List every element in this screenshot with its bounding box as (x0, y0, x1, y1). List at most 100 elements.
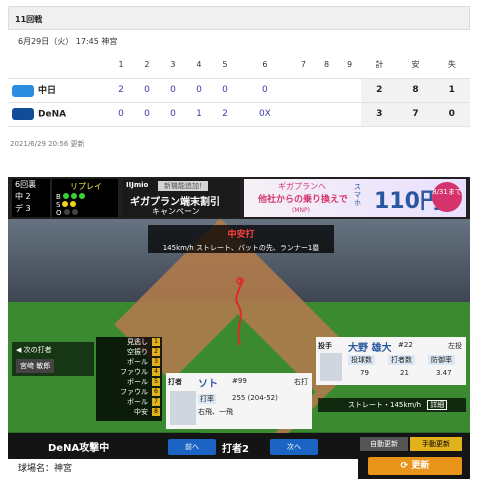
auto-refresh-toggle[interactable]: 自動更新 (360, 437, 408, 451)
batter-photo (170, 391, 196, 425)
trajectory-line (235, 278, 242, 346)
team-logo-icon (12, 84, 34, 97)
inning-header: 7 (291, 52, 315, 79)
pitch-entry: ボール 7 (96, 397, 162, 407)
ad-brand: IIJmio (126, 181, 149, 189)
team-row: DeNA 0 0 0 1 2 0X 3 7 0 (8, 102, 470, 127)
inning-header: 6 (237, 52, 292, 79)
inning-score (314, 78, 339, 103)
next-batter-button[interactable]: 次へ (270, 439, 318, 455)
batter-stat-label: 打率 (198, 394, 216, 404)
replay-label: リプレイ (70, 182, 102, 191)
total-errors: 1 (433, 78, 470, 103)
update-timestamp: 2021/6/29 20:56 更新 (10, 140, 85, 148)
pitcher-number: #22 (398, 341, 413, 349)
pitch-entry: ボール 5 (96, 377, 162, 387)
inning-score: 0 (133, 78, 160, 103)
pitcher-stat-value: 3.47 (436, 369, 452, 377)
inning-score: 0 (159, 78, 186, 103)
strike-count: S (56, 201, 85, 209)
pitcher-hand: 左投 (448, 342, 462, 350)
next-batter-label: ◀ 次の打者 (16, 346, 52, 354)
inning-score-line: デ 3 (15, 204, 31, 213)
refresh-button[interactable]: ⟳ 更新 (368, 457, 462, 475)
ad-line3: (MNP) (292, 207, 310, 214)
ad-deadline-badge: 8/31まで (432, 182, 462, 212)
pitch-entry: ボール 3 (96, 357, 162, 367)
pitch-entry: 空振り 2 (96, 347, 162, 357)
batter-name: ソト (198, 379, 218, 390)
pitch-type-speed: ストレート・145km/h (348, 401, 422, 409)
team-name[interactable]: 中日 (8, 78, 108, 103)
play-description: 145km/h ストレート、バットの先、ランナー1塁 (162, 244, 320, 252)
team-header (8, 52, 108, 79)
ad-banner-gigaplan[interactable]: ギガプランへ 他社からの乗り換えで (MNP) スマホ 110円 8/31まで (244, 179, 466, 217)
pitch-detail-button[interactable]: 詳細 (427, 400, 448, 410)
inning-score: 2 (211, 102, 238, 127)
pitcher-label: 投手 (318, 342, 332, 350)
ad-badge: 新機能追加! (158, 181, 208, 191)
scoreboard-header-row: 1 2 3 4 5 6 7 8 9 計 安 失 (8, 52, 470, 79)
ad-banner-iijmio[interactable]: IIJmio 新機能追加! ギガプラン端末割引 キャンペーン (122, 179, 240, 217)
inning-score (338, 78, 362, 103)
pitcher-stat-value: 79 (360, 369, 369, 377)
pitch-entry: 見逃し 1 (96, 337, 162, 347)
batter-hand: 右打 (294, 378, 308, 386)
pitch-info-bar: ストレート・145km/h 詳細 (318, 398, 466, 412)
inning-score: 0 (237, 78, 292, 103)
inning-header: 4 (185, 52, 212, 79)
pitch-entry: ファウル 4 (96, 367, 162, 377)
replay-button[interactable]: リプレイ B S O (52, 179, 118, 217)
inning-score: 0X (237, 102, 292, 127)
batter-recent-results: 右飛、一飛 (198, 408, 233, 416)
ad-line2: 他社からの乗り換えで (258, 195, 348, 205)
inning-score: 1 (185, 102, 212, 127)
batter-label: 打者 (168, 378, 182, 386)
inning-header: 5 (211, 52, 238, 79)
team-logo-icon (12, 108, 34, 120)
inning-score-line: 中 2 (15, 192, 31, 201)
inning-header: 8 (314, 52, 339, 79)
ad-vertical-text: スマホ (354, 183, 361, 207)
pitcher-stat-header: 打者数 (388, 355, 415, 365)
inning-score (291, 78, 315, 103)
batter-stat-value: 255 (204-52) (232, 394, 278, 402)
game-header: 11回戦 (8, 6, 470, 30)
batter-index: 打者2 (222, 444, 249, 455)
batter-number: #99 (232, 377, 247, 385)
manual-refresh-toggle[interactable]: 手動更新 (410, 437, 462, 451)
play-title: 中安打 (227, 230, 255, 240)
inning-score (338, 102, 362, 127)
inning-score (314, 102, 339, 127)
inning-score (291, 102, 315, 127)
game-topbar: 6回裏 中 2 デ 3 リプレイ B S O IIJmio 新機能追加! ギガプ… (8, 177, 470, 219)
next-batter-name: 宮﨑 敏郎 (16, 359, 55, 373)
batter-card[interactable]: 打者 ソト #99 右打 打率 255 (204-52) 右飛、一飛 (166, 373, 312, 429)
pitch-history: 見逃し 1 空振り 2 ボール 3 ファウル 4 ボール 5 ファウル 6 ボール 7 中安 8 (96, 337, 162, 421)
inning-score: 0 (159, 102, 186, 127)
scoreboard-table: 1 2 3 4 5 6 7 8 9 計 安 失 中日 2 0 0 0 0 0 2… (8, 52, 470, 127)
attack-status: DeNA攻撃中 (48, 443, 110, 454)
bso-count: B S O (56, 193, 85, 217)
inning-score: 0 (133, 102, 160, 127)
game-title: 11回戦 (15, 15, 43, 24)
inning-score: 2 (108, 78, 134, 103)
next-batter-panel: ◀ 次の打者 宮﨑 敏郎 (12, 342, 94, 376)
prev-batter-button[interactable]: 前へ (168, 439, 216, 455)
team-name[interactable]: DeNA (8, 102, 108, 127)
team-row: 中日 2 0 0 0 0 0 2 8 1 (8, 78, 470, 103)
pitch-entry: ファウル 6 (96, 387, 162, 397)
total-runs: 2 (361, 78, 398, 103)
total-errors: 0 (433, 102, 470, 127)
pitcher-stat-header: 投球数 (348, 355, 375, 365)
game-date: 6月29日（火） 17:45 神宮 (18, 37, 118, 46)
errors-header: 失 (433, 52, 470, 79)
inning-indicator: 6回裏 中 2 デ 3 (12, 179, 50, 217)
pitcher-card[interactable]: 投手 大野 雄大 #22 左投 投球数 打者数 防御率 79 21 3.47 (316, 337, 466, 385)
out-count: O (56, 209, 85, 217)
live-game-panel: 6回裏 中 2 デ 3 リプレイ B S O IIJmio 新機能追加! ギガプ… (8, 177, 470, 479)
ball-trajectory (235, 277, 244, 346)
stadium-name: 球場名：神宮 (8, 459, 358, 479)
pitcher-photo (320, 353, 342, 381)
inning-score: 0 (211, 78, 238, 103)
